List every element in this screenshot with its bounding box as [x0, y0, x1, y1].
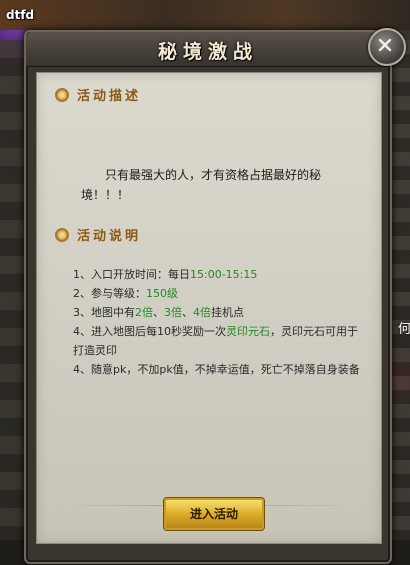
rule-highlight-text: 15:00-15:15 [190, 268, 258, 281]
rule-item: 3、地图中有2倍、3倍、4倍挂机点 [73, 303, 365, 322]
bullet-icon [55, 87, 69, 102]
section-rules-header: 活动说明 [55, 225, 141, 244]
rule-text: 、 [182, 306, 193, 319]
rule-item: 1、入口开放时间：每日15:00-15:15 [73, 265, 365, 284]
close-button[interactable] [368, 28, 406, 66]
dialog-content-panel: 活动描述 只有最强大的人，才有资格占据最好的秘境！！！ 活动说明 1、入口开放时… [36, 72, 382, 544]
rule-item: 4、进入地图后每10秒奖励一次灵印元石，灵印元石可用于打造灵印 [73, 322, 365, 360]
player-name: dtfd [6, 8, 35, 22]
rules-list: 1、入口开放时间：每日15:00-15:15 2、参与等级：150级 3、地图中有2… [73, 265, 365, 379]
rule-text: 挂机点 [211, 306, 244, 319]
enter-event-button[interactable]: 进入活动 [164, 498, 264, 530]
rule-text: 1、入口开放时间：每日 [73, 268, 190, 281]
rule-item: 2、参与等级：150级 [73, 284, 365, 303]
section-description-text: 只有最强大的人，才有资格占据最好的秘境！！！ [81, 168, 322, 202]
rule-highlight-text: 4倍 [193, 306, 211, 319]
rule-text: 3、地图中有 [73, 306, 135, 319]
close-icon [378, 38, 392, 52]
rule-text: 4、进入地图后每10秒奖励一次 [73, 325, 226, 338]
rule-highlight-text: 灵印元石 [226, 325, 270, 338]
section-description-title: 活动描述 [77, 89, 142, 104]
rule-highlight-text: 3倍 [164, 306, 182, 319]
enter-event-label: 进入活动 [189, 507, 238, 521]
rule-item: 4、随意pk，不加pk值，不掉幸运值，死亡不掉落自身装备 [73, 360, 365, 379]
bullet-icon [55, 227, 69, 242]
scene-side-text: 何 [398, 322, 410, 337]
rule-text: 4、随意pk，不加pk值，不掉幸运值，死亡不掉落自身装备 [73, 363, 360, 376]
section-rules-title: 活动说明 [77, 229, 142, 244]
dialog-title-bar: 秘境激战 [26, 32, 390, 67]
rule-highlight-text: 150级 [146, 287, 178, 300]
rule-text: 2、参与等级： [73, 287, 146, 300]
event-dialog: 秘境激战 活动描述 只有最强大的人，才有资格占据最好的秘境！！！ 活动说明 1、… [24, 28, 406, 564]
scene-top-decoration [0, 0, 410, 30]
dialog-title: 秘境激战 [157, 41, 258, 63]
rule-highlight-text: 2倍 [135, 306, 153, 319]
section-description-header: 活动描述 [55, 85, 141, 104]
rule-text: 、 [153, 306, 164, 319]
